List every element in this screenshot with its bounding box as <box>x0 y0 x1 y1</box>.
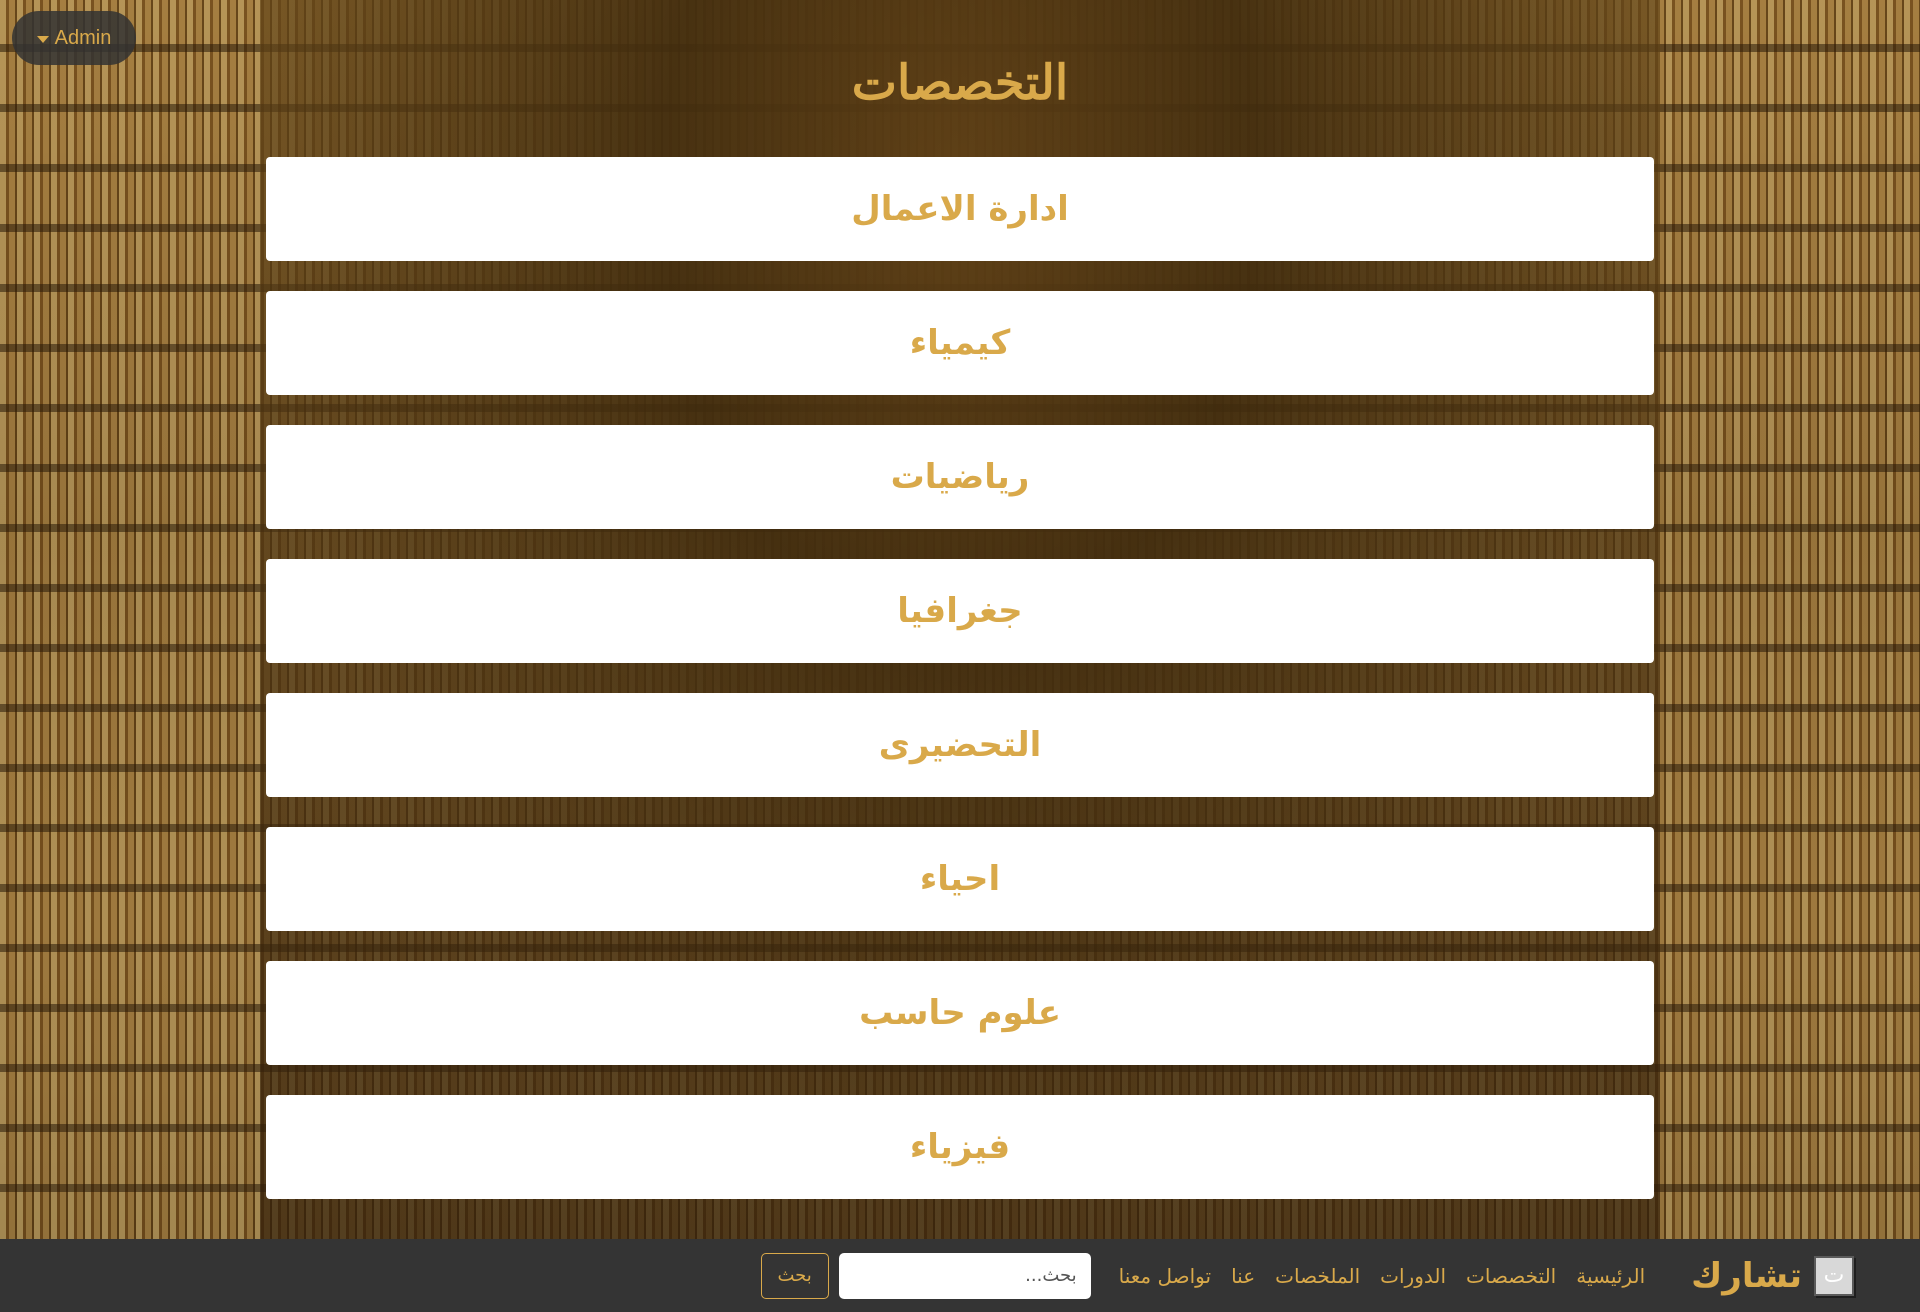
nav-link-specializations[interactable]: التخصصات <box>1466 1264 1556 1288</box>
page-title: التخصصات <box>851 55 1069 111</box>
specializations-list: ادارة الاعمال كيمياء رياضيات جغرافيا الت… <box>266 157 1654 1229</box>
bottom-navbar: ت تشارك الرئيسية التخصصات الدورات الملخص… <box>0 1239 1920 1312</box>
nav-link-contact[interactable]: تواصل معنا <box>1119 1264 1211 1288</box>
specialization-item[interactable]: ادارة الاعمال <box>266 157 1654 261</box>
brand-logo-icon: ت <box>1814 1255 1854 1296</box>
nav-link-about[interactable]: عنا <box>1231 1264 1255 1288</box>
specialization-item[interactable]: جغرافيا <box>266 559 1654 663</box>
specialization-item[interactable]: فيزياء <box>266 1095 1654 1199</box>
nav-links: الرئيسية التخصصات الدورات الملخصات عنا ت… <box>1119 1264 1645 1288</box>
specialization-item[interactable]: كيمياء <box>266 291 1654 395</box>
nav-link-courses[interactable]: الدورات <box>1380 1264 1446 1288</box>
admin-dropdown-toggle[interactable]: Admin <box>12 11 136 65</box>
caret-down-icon <box>36 35 49 43</box>
specialization-item[interactable]: احياء <box>266 827 1654 931</box>
nav-link-home[interactable]: الرئيسية <box>1576 1264 1645 1288</box>
nav-link-summaries[interactable]: الملخصات <box>1275 1264 1360 1288</box>
brand-name: تشارك <box>1691 1255 1802 1296</box>
search-input[interactable] <box>838 1252 1091 1299</box>
search-button[interactable]: بحث <box>760 1252 829 1299</box>
specialization-item[interactable]: علوم حاسب <box>266 961 1654 1065</box>
specialization-item[interactable]: التحضيرى <box>266 693 1654 797</box>
specialization-item[interactable]: رياضيات <box>266 425 1654 529</box>
brand-link[interactable]: ت تشارك <box>1691 1255 1854 1296</box>
admin-label: Admin <box>54 26 112 49</box>
